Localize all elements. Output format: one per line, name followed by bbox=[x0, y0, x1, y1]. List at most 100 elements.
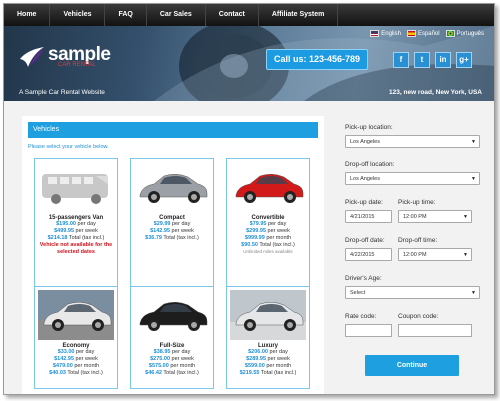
vehicle-price-line: $219.55 Total (tax incl.) bbox=[227, 370, 309, 377]
vehicle-price-unit: Total (tax incl.) bbox=[161, 235, 199, 241]
vehicle-card[interactable]: Full-Size $38.95 per day $275.00 per week $… bbox=[130, 286, 214, 389]
vehicle-price-line: $90.50 Total (tax incl.) bbox=[227, 242, 309, 249]
vehicle-price-unit: per week bbox=[266, 356, 290, 362]
nav-contact[interactable]: Contact bbox=[206, 4, 259, 26]
vehicle-price-line: $275.00 per week bbox=[131, 356, 213, 363]
vehicle-price-unit: per day bbox=[268, 349, 288, 355]
facebook-icon[interactable]: f bbox=[393, 52, 409, 68]
vehicle-price-line: $206.00 per day bbox=[227, 349, 309, 356]
vehicle-price: $599.00 bbox=[244, 363, 265, 369]
vehicle-price-unit: Total (tax incl.) bbox=[67, 235, 105, 241]
vehicle-price-unit: per month bbox=[168, 363, 196, 369]
vehicle-image bbox=[38, 290, 114, 340]
company-address: 123, new road, New York, USA bbox=[389, 89, 482, 96]
vehicle-price: $275.00 bbox=[150, 356, 171, 362]
vehicle-price-unit: per day bbox=[74, 349, 95, 355]
nav-home[interactable]: Home bbox=[4, 4, 51, 26]
vehicle-price: $46.42 bbox=[145, 370, 162, 376]
coupon-code-label: Coupon code: bbox=[398, 313, 439, 320]
vehicle-image bbox=[230, 162, 306, 212]
vehicle-price-line: $33.00 per day bbox=[35, 349, 117, 356]
driver-age-label: Driver's Age: bbox=[345, 275, 382, 282]
call-us-button[interactable]: Call us: 123-456-789 bbox=[266, 49, 368, 70]
vehicle-image bbox=[134, 162, 210, 212]
vehicle-price-line: $46.42 Total (tax incl.) bbox=[131, 370, 213, 377]
availability-warning: Vehicle not available for the selected d… bbox=[39, 242, 113, 255]
lang-spanish[interactable]: Español bbox=[406, 30, 440, 37]
twitter-icon[interactable]: t bbox=[414, 52, 430, 68]
dropoff-location-value: Los Angeles bbox=[350, 176, 380, 182]
chevron-down-icon: ▼ bbox=[471, 139, 476, 145]
vehicle-price: $479.00 bbox=[52, 363, 73, 369]
nav-affiliate-system[interactable]: Affiliate System bbox=[259, 4, 339, 26]
vehicle-price-unit: per month bbox=[72, 363, 100, 369]
rate-code-input[interactable] bbox=[345, 324, 392, 337]
vehicle-price: $219.55 bbox=[239, 370, 260, 376]
pickup-time-value: 12:00 PM bbox=[403, 214, 427, 220]
vehicle-price-line: $38.95 per day bbox=[131, 349, 213, 356]
vehicle-price: $575.00 bbox=[148, 363, 169, 369]
vehicle-price-unit: per day bbox=[76, 221, 96, 227]
linkedin-icon[interactable]: in bbox=[435, 52, 451, 68]
vehicle-price-line: $142.95 per week bbox=[131, 228, 213, 235]
vehicle-price-line: $195.00 per day bbox=[35, 221, 117, 228]
vehicle-price-line: $575.00 per month bbox=[131, 363, 213, 370]
google-plus-icon[interactable]: g+ bbox=[456, 52, 472, 68]
vehicles-header: Vehicles bbox=[28, 122, 318, 138]
vehicle-price-unit: per week bbox=[74, 356, 98, 362]
vehicle-price: $142.95 bbox=[150, 228, 171, 234]
dropoff-location-label: Drop-off location: bbox=[345, 161, 395, 168]
vehicle-note: Unlimited miles available bbox=[243, 249, 293, 254]
chevron-down-icon: ▼ bbox=[463, 252, 468, 258]
vehicle-price: $214.18 bbox=[47, 235, 68, 241]
vehicle-image bbox=[134, 290, 210, 340]
dropoff-time-select[interactable]: 12:00 PM ▼ bbox=[398, 248, 472, 261]
pickup-location-select[interactable]: Los Angeles ▼ bbox=[345, 135, 480, 148]
vehicle-price-line: $289.95 per week bbox=[227, 356, 309, 363]
rate-code-label: Rate code: bbox=[345, 313, 377, 320]
vehicle-price: $289.95 bbox=[246, 356, 267, 362]
vehicle-card[interactable]: Economy $33.00 per day $142.95 per week $47… bbox=[34, 286, 118, 389]
chevron-down-icon: ▼ bbox=[471, 176, 476, 182]
vehicle-image bbox=[38, 162, 114, 212]
flag-us-icon bbox=[370, 30, 380, 37]
booking-form: Pick-up location: Los Angeles ▼ Drop-off … bbox=[334, 116, 488, 394]
vehicle-card[interactable]: Luxury $206.00 per day $289.95 per week $59… bbox=[226, 286, 310, 389]
vehicle-image bbox=[230, 290, 306, 340]
vehicle-price-unit: per week bbox=[170, 356, 194, 362]
vehicle-price: $142.95 bbox=[54, 356, 75, 362]
vehicle-price-line: $142.95 per week bbox=[35, 356, 117, 363]
nav-car-sales[interactable]: Car Sales bbox=[147, 4, 206, 26]
nav-vehicles[interactable]: Vehicles bbox=[50, 4, 106, 26]
dropoff-date-label: Drop-off date: bbox=[345, 237, 385, 244]
dropoff-location-select[interactable]: Los Angeles ▼ bbox=[345, 172, 480, 185]
vehicle-price: $79.95 bbox=[249, 221, 267, 227]
lang-english[interactable]: English bbox=[370, 30, 401, 37]
vehicle-price: $40.03 bbox=[49, 370, 66, 376]
pickup-time-select[interactable]: 12:00 PM ▼ bbox=[398, 210, 472, 223]
coupon-code-input[interactable] bbox=[398, 324, 472, 337]
vehicle-price: $195.00 bbox=[56, 221, 76, 227]
vehicle-price: $206.00 bbox=[248, 349, 268, 355]
lang-portuguese[interactable]: Português bbox=[445, 30, 484, 37]
chevron-down-icon: ▼ bbox=[463, 214, 468, 220]
vehicle-price-line: $999.99 per month bbox=[227, 235, 309, 242]
vehicle-price-unit: per week bbox=[170, 228, 194, 234]
pickup-date-input[interactable]: 4/21/2015 bbox=[345, 210, 392, 223]
continue-button[interactable]: Continue bbox=[365, 355, 459, 376]
vehicle-price: $299.95 bbox=[246, 228, 267, 234]
vehicle-price: $33.00 bbox=[57, 349, 75, 355]
vehicle-price-line: $79.95 per day bbox=[227, 221, 309, 228]
nav-faq[interactable]: FAQ bbox=[105, 4, 147, 26]
vehicle-price-line: $29.99 per day bbox=[131, 221, 213, 228]
pickup-location-label: Pick-up location: bbox=[345, 124, 393, 131]
site-logo[interactable]: sample CAR RENTAL bbox=[19, 45, 111, 68]
vehicle-price-unit: per week bbox=[266, 228, 290, 234]
vehicle-price-line: $214.18 Total (tax incl.) bbox=[35, 235, 117, 242]
vehicle-price-line: $599.00 per month bbox=[227, 363, 309, 370]
driver-age-select[interactable]: Select ▼ bbox=[345, 286, 480, 299]
app-window: Home Vehicles FAQ Car Sales Contact Affi… bbox=[3, 3, 495, 395]
vehicle-price: $999.99 bbox=[244, 235, 265, 241]
vehicle-price: $38.95 bbox=[153, 349, 171, 355]
dropoff-date-input[interactable]: 4/22/2015 bbox=[345, 248, 392, 261]
